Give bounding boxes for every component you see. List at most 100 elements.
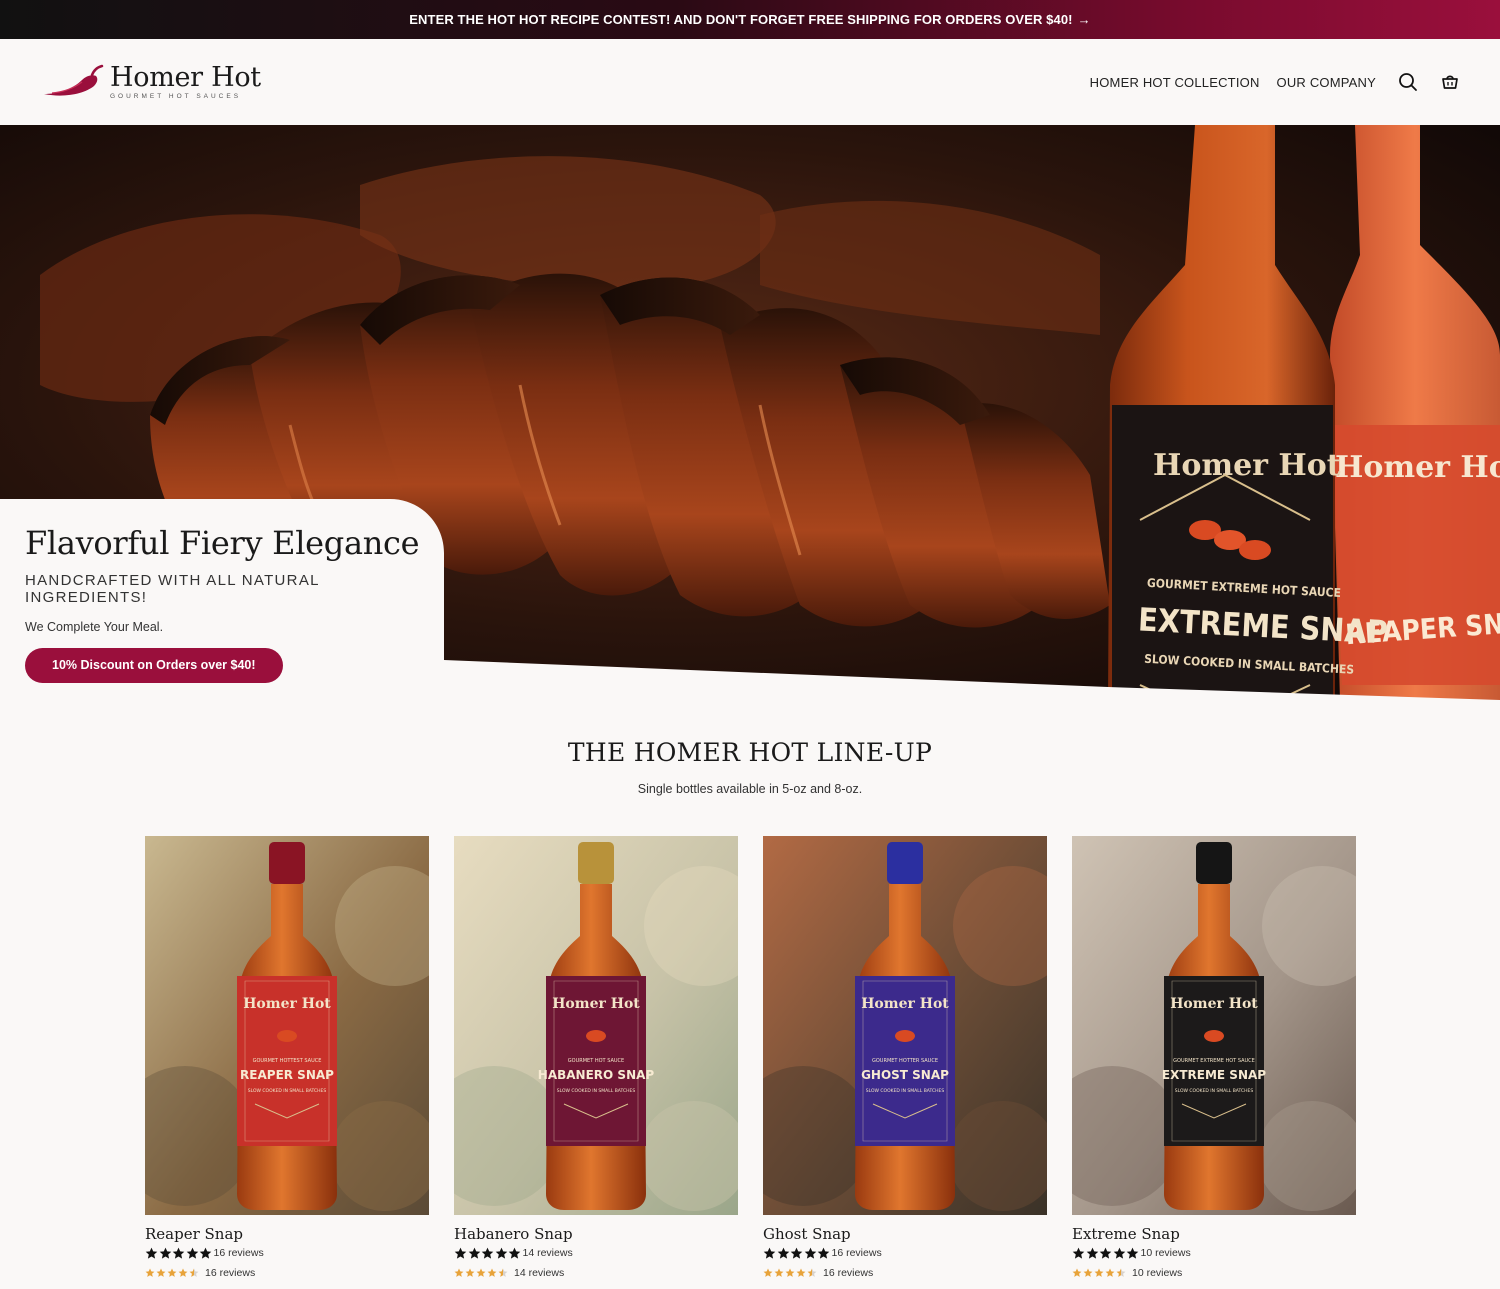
star-icon: [1083, 1268, 1093, 1277]
svg-text:SLOW COOKED IN SMALL BATCHES: SLOW COOKED IN SMALL BATCHES: [557, 1088, 636, 1094]
svg-text:Homer Hot: Homer Hot: [1170, 996, 1258, 1012]
review-count: 16 reviews: [205, 1267, 256, 1279]
star-rating: [145, 1268, 200, 1278]
svg-text:SLOW COOKED IN SMALL BATCHES: SLOW COOKED IN SMALL BATCHES: [1175, 1088, 1254, 1094]
star-icon: [145, 1247, 158, 1259]
star-half-icon: [1116, 1268, 1126, 1277]
star-half-icon: [498, 1268, 508, 1277]
svg-text:SLOW COOKED IN SMALL BATCHES: SLOW COOKED IN SMALL BATCHES: [866, 1088, 945, 1094]
svg-text:EXTREME SNAP: EXTREME SNAP: [1162, 1068, 1266, 1082]
product-image[interactable]: Homer Hot GOURMET EXTREME HOT SAUCE EXTREM…: [1072, 836, 1356, 1215]
search-icon[interactable]: [1398, 72, 1418, 92]
star-rating: [763, 1268, 818, 1278]
rating-row[interactable]: 10 reviews: [1072, 1246, 1356, 1260]
review-count: 14 reviews: [514, 1267, 565, 1279]
product-card[interactable]: Homer Hot GOURMET HOTTEST SAUCE REAPER SNA…: [145, 836, 429, 1280]
hero-title: Flavorful Fiery Elegance: [25, 524, 420, 562]
star-icon: [1099, 1247, 1112, 1259]
svg-text:REAPER SNAP: REAPER SNAP: [240, 1068, 334, 1082]
svg-text:Homer Hot: Homer Hot: [552, 996, 640, 1012]
product-card[interactable]: Homer Hot GOURMET HOTTER SAUCE GHOST SNAP S…: [763, 836, 1047, 1280]
star-icon: [495, 1247, 507, 1259]
cart-icon[interactable]: [1440, 72, 1460, 92]
star-icon: [785, 1268, 795, 1277]
announcement-text: ENTER THE HOT HOT RECIPE CONTEST! AND DO…: [409, 12, 1073, 27]
review-count: 10 reviews: [1132, 1267, 1183, 1279]
star-icon: [763, 1268, 773, 1277]
rating-row[interactable]: 14 reviews: [454, 1266, 738, 1280]
svg-text:GOURMET HOTTER SAUCE: GOURMET HOTTER SAUCE: [872, 1058, 938, 1064]
star-icon: [145, 1268, 155, 1277]
star-icon: [790, 1247, 803, 1259]
star-icon: [468, 1247, 480, 1259]
star-icon: [1072, 1268, 1082, 1277]
product-name[interactable]: Extreme Snap: [1072, 1225, 1356, 1243]
star-icon: [796, 1268, 806, 1277]
lineup-subtitle: Single bottles available in 5-oz and 8-o…: [637, 782, 863, 796]
rating-row[interactable]: 16 reviews: [763, 1266, 1047, 1280]
star-icon: [172, 1247, 185, 1259]
star-icon: [159, 1247, 171, 1259]
hero-card: Flavorful Fiery Elegance HANDCRAFTED WIT…: [0, 499, 444, 700]
star-icon: [476, 1268, 486, 1277]
nav-homer-hot-collection[interactable]: HOMER HOT COLLECTION: [1090, 75, 1260, 90]
hero-section: Homer Hot REAPER SNAP Homer Hot GOURMET …: [0, 125, 1500, 700]
star-rating: [1072, 1268, 1127, 1278]
product-name[interactable]: Reaper Snap: [145, 1225, 429, 1243]
star-icon: [804, 1247, 816, 1259]
svg-text:Homer Hot: Homer Hot: [861, 996, 949, 1012]
product-image[interactable]: Homer Hot GOURMET HOT SAUCE HABANERO SNAP S…: [454, 836, 738, 1215]
product-name[interactable]: Ghost Snap: [763, 1225, 1047, 1243]
review-count: 16 reviews: [831, 1247, 882, 1259]
discount-button[interactable]: 10% Discount on Orders over $40!: [25, 648, 283, 683]
star-icon: [167, 1268, 177, 1277]
star-rating: [454, 1247, 522, 1260]
svg-text:Homer Hot: Homer Hot: [1335, 450, 1500, 485]
star-icon: [156, 1268, 166, 1277]
star-icon: [774, 1268, 784, 1277]
hero-text: We Complete Your Meal.: [25, 620, 164, 634]
star-half-icon: [807, 1268, 817, 1277]
star-icon: [178, 1268, 188, 1277]
star-icon: [487, 1268, 497, 1277]
svg-text:Homer Hot: Homer Hot: [243, 996, 331, 1012]
rating-row[interactable]: 16 reviews: [763, 1246, 1047, 1260]
hero-subtitle: HANDCRAFTED WITH ALL NATURAL INGREDIENTS…: [25, 572, 320, 606]
review-count: 10 reviews: [1140, 1247, 1191, 1259]
star-icon: [465, 1268, 475, 1277]
star-icon: [763, 1247, 776, 1259]
arrow-right-icon: →: [1077, 12, 1091, 27]
rating-row[interactable]: 16 reviews: [145, 1266, 429, 1280]
star-rating: [454, 1268, 509, 1278]
star-icon: [199, 1247, 212, 1259]
product-card[interactable]: Homer Hot GOURMET EXTREME HOT SAUCE EXTREM…: [1072, 836, 1356, 1280]
svg-text:GOURMET EXTREME HOT SAUCE: GOURMET EXTREME HOT SAUCE: [1173, 1058, 1255, 1064]
star-icon: [1126, 1247, 1139, 1259]
announcement-bar[interactable]: ENTER THE HOT HOT RECIPE CONTEST! AND DO…: [0, 0, 1500, 39]
product-image[interactable]: Homer Hot GOURMET HOTTEST SAUCE REAPER SNA…: [145, 836, 429, 1215]
svg-text:GOURMET HOT SAUCE: GOURMET HOT SAUCE: [568, 1058, 624, 1064]
product-image[interactable]: Homer Hot GOURMET HOTTER SAUCE GHOST SNAP S…: [763, 836, 1047, 1215]
rating-row[interactable]: 16 reviews: [145, 1246, 429, 1260]
review-count: 16 reviews: [823, 1267, 874, 1279]
product-card[interactable]: Homer Hot GOURMET HOT SAUCE HABANERO SNAP S…: [454, 836, 738, 1280]
nav-our-company[interactable]: OUR COMPANY: [1277, 75, 1376, 90]
star-icon: [777, 1247, 789, 1259]
chili-pepper-icon: [44, 64, 104, 96]
product-name[interactable]: Habanero Snap: [454, 1225, 738, 1243]
star-icon: [1072, 1247, 1085, 1259]
star-icon: [1113, 1247, 1125, 1259]
svg-text:SLOW COOKED IN SMALL BATCHES: SLOW COOKED IN SMALL BATCHES: [248, 1088, 327, 1094]
star-rating: [1072, 1247, 1140, 1260]
star-icon: [481, 1247, 494, 1259]
star-rating: [145, 1247, 213, 1260]
logo[interactable]: Homer Hot GOURMET HOT SAUCES: [42, 64, 261, 100]
lineup-title: THE HOMER HOT LINE-UP: [567, 738, 933, 767]
product-grid: Homer Hot GOURMET HOTTEST SAUCE REAPER SNA…: [145, 836, 1356, 1280]
rating-row[interactable]: 14 reviews: [454, 1246, 738, 1260]
brand-tagline: GOURMET HOT SAUCES: [110, 93, 242, 100]
rating-row[interactable]: 10 reviews: [1072, 1266, 1356, 1280]
star-icon: [1086, 1247, 1098, 1259]
star-icon: [817, 1247, 830, 1259]
review-count: 14 reviews: [522, 1247, 573, 1259]
